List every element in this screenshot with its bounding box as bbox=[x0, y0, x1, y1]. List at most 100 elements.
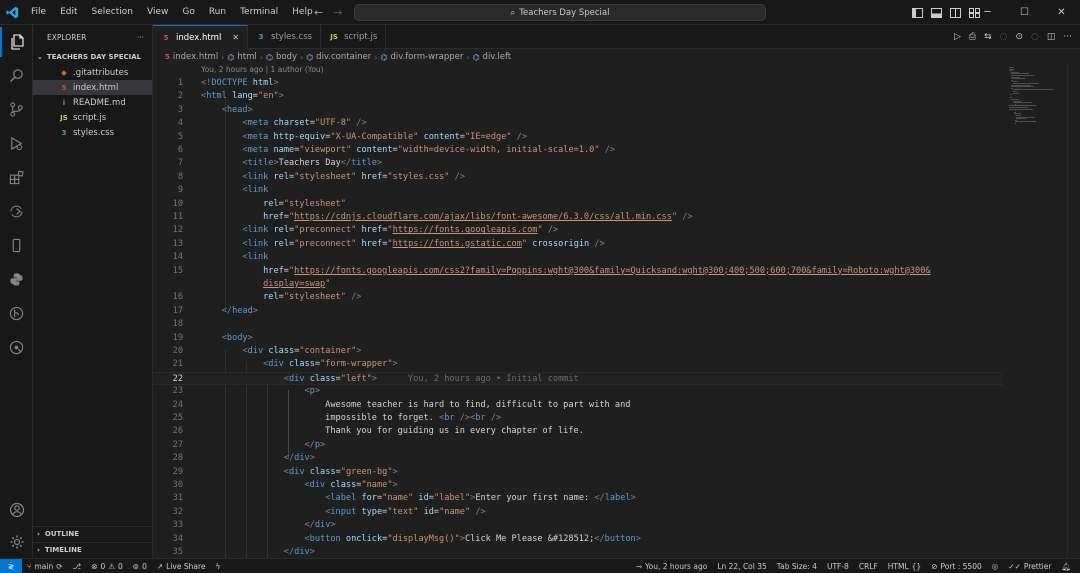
run-icon[interactable]: ▷ bbox=[954, 32, 961, 42]
minimap[interactable] bbox=[1003, 65, 1067, 558]
code-line[interactable]: 35 </div> bbox=[153, 546, 1003, 558]
file-item[interactable]: JS script.js bbox=[33, 110, 152, 125]
code-line[interactable]: 25 impossible to forget. <br /><br /> bbox=[153, 412, 1003, 425]
code-line[interactable]: 14 <link bbox=[153, 251, 1003, 264]
git-history-icon[interactable]: ⊙ bbox=[1015, 32, 1023, 42]
language-mode[interactable]: HTML {} bbox=[883, 559, 926, 573]
git-blame-codelens[interactable]: You, 2 hours ago | 1 author (You) bbox=[201, 65, 324, 74]
code-line[interactable]: 31 <label for="name" id="label">Enter yo… bbox=[153, 492, 1003, 505]
code-line[interactable]: 24 Awesome teacher is hard to find, diff… bbox=[153, 399, 1003, 412]
code-line[interactable]: 3 <head> bbox=[153, 104, 1003, 117]
git-graph-status[interactable]: ⎇ bbox=[68, 559, 87, 573]
source-control-icon[interactable] bbox=[0, 94, 33, 124]
timeline-section[interactable]: › TIMELINE bbox=[33, 542, 152, 557]
code-line[interactable]: 20 <div class="container"> bbox=[153, 345, 1003, 358]
notifications-button[interactable]: 🔔︎ bbox=[1056, 559, 1076, 573]
remote-explorer-icon[interactable] bbox=[0, 196, 33, 226]
ports-indicator[interactable]: ⊚ 0 bbox=[128, 559, 152, 573]
code-line[interactable]: 22 <div class="left"> You, 2 hours ago •… bbox=[153, 371, 1003, 386]
python-icon[interactable] bbox=[0, 264, 33, 294]
vertical-scrollbar[interactable] bbox=[1067, 65, 1080, 558]
code-line[interactable]: 29 <div class="green-bg"> bbox=[153, 466, 1003, 479]
code-line[interactable]: 10 rel="stylesheet" bbox=[153, 198, 1003, 211]
code-line[interactable]: 12 <link rel="preconnect" href="https://… bbox=[153, 224, 1003, 237]
tab-index-html[interactable]: 5 index.html ✕ bbox=[153, 25, 249, 49]
remote-indicator-button[interactable]: ≷ bbox=[0, 558, 22, 573]
menu-selection[interactable]: Selection bbox=[85, 0, 140, 25]
explorer-icon[interactable] bbox=[0, 27, 33, 57]
pulse-indicator[interactable]: ϟ bbox=[211, 559, 226, 573]
code-line[interactable]: 19 <body> bbox=[153, 332, 1003, 345]
account-icon[interactable] bbox=[0, 495, 33, 525]
breadcrumb-item[interactable]: index.html bbox=[173, 52, 218, 62]
code-line[interactable]: 33 </div> bbox=[153, 519, 1003, 532]
code-line[interactable]: 9 <link bbox=[153, 184, 1003, 197]
command-center-search[interactable]: ⌕ Teachers Day Special bbox=[354, 4, 766, 21]
explorer-more-actions-icon[interactable]: ··· bbox=[137, 33, 144, 42]
code-line[interactable]: 11 href="https://cdnjs.cloudflare.com/aj… bbox=[153, 211, 1003, 224]
menu-terminal[interactable]: Terminal bbox=[233, 0, 285, 25]
file-item[interactable]: 5 index.html bbox=[33, 80, 152, 95]
cursor-position[interactable]: Ln 22, Col 35 bbox=[712, 559, 771, 573]
more-actions-icon[interactable]: ··· bbox=[1063, 32, 1072, 42]
code-line[interactable]: 18 bbox=[153, 318, 1003, 331]
code-line[interactable]: 8 <link rel="stylesheet" href="styles.cs… bbox=[153, 171, 1003, 184]
tab-script-js[interactable]: JS script.js bbox=[321, 25, 387, 49]
workspace-folder[interactable]: ⌄ TEACHERS DAY SPECIAL bbox=[33, 49, 152, 65]
menu-file[interactable]: File bbox=[24, 0, 53, 25]
device-icon[interactable] bbox=[0, 230, 33, 260]
live-share-button[interactable]: ↗ Live Share bbox=[152, 559, 211, 573]
tab-size[interactable]: Tab Size: 4 bbox=[772, 559, 822, 573]
problems-indicator[interactable]: ⊗ 0 ⚠ 0 bbox=[86, 559, 128, 573]
breadcrumb-item[interactable]: div.left bbox=[483, 52, 512, 62]
git-graph-icon[interactable] bbox=[0, 298, 33, 328]
code-line[interactable]: 32 <input type="text" id="name" /> bbox=[153, 506, 1003, 519]
close-tab-icon[interactable]: ✕ bbox=[232, 33, 239, 42]
open-preview-icon[interactable]: ⎙ bbox=[969, 32, 976, 42]
extensions-icon[interactable] bbox=[0, 162, 33, 192]
maximize-button[interactable]: ☐ bbox=[1006, 0, 1043, 25]
outline-section[interactable]: › OUTLINE bbox=[33, 526, 152, 541]
menu-view[interactable]: View bbox=[140, 0, 175, 25]
copilot-status[interactable]: ◎ bbox=[987, 559, 1004, 573]
breadcrumb-item[interactable]: div.container bbox=[316, 52, 371, 62]
code-line[interactable]: 15 href="https://fonts.googleapis.com/cs… bbox=[153, 265, 1003, 278]
code-line[interactable]: 6 <meta name="viewport" content="width=d… bbox=[153, 144, 1003, 157]
breadcrumb-item[interactable]: html bbox=[237, 52, 256, 62]
next-change-icon[interactable]: ◌ bbox=[1031, 32, 1039, 42]
code-line[interactable]: 13 <link rel="preconnect" href="https://… bbox=[153, 238, 1003, 251]
live-server-port[interactable]: ⊘ Port : 5500 bbox=[926, 559, 987, 573]
menu-go[interactable]: Go bbox=[175, 0, 201, 25]
split-editor-icon[interactable]: ◫ bbox=[1047, 32, 1056, 42]
forward-arrow-icon[interactable]: → bbox=[333, 6, 342, 19]
file-item[interactable]: 3 styles.css bbox=[33, 125, 152, 140]
code-line[interactable]: 5 <meta http-equiv="X-UA-Compatible" con… bbox=[153, 131, 1003, 144]
previous-change-icon[interactable]: ◌ bbox=[1000, 32, 1008, 42]
breadcrumb-item[interactable]: div.form-wrapper bbox=[390, 52, 463, 62]
git-blame-status[interactable]: ⊸ You, 2 hours ago bbox=[631, 559, 713, 573]
code-line[interactable]: 1 <!DOCTYPE html> bbox=[153, 77, 1003, 90]
code-editor[interactable]: 1 <!DOCTYPE html> 2 <html lang="en"> 3 <head… bbox=[153, 75, 1003, 558]
file-item[interactable]: i README.md bbox=[33, 95, 152, 110]
prettier-status[interactable]: ✓✓ Prettier bbox=[1003, 559, 1056, 573]
file-item[interactable]: ◆ .gitattributes bbox=[33, 65, 152, 80]
minimize-button[interactable]: ─ bbox=[969, 0, 1006, 25]
code-line[interactable]: display=swap" bbox=[153, 278, 1003, 291]
toggle-panel-icon[interactable] bbox=[931, 7, 942, 18]
code-line[interactable]: 17 </head> bbox=[153, 305, 1003, 318]
code-line[interactable]: 30 <div class="name"> bbox=[153, 479, 1003, 492]
search-icon[interactable] bbox=[0, 60, 33, 90]
code-line[interactable]: 34 <button onclick="displayMsg()">Click … bbox=[153, 533, 1003, 546]
toggle-primary-sidebar-icon[interactable] bbox=[912, 7, 923, 18]
menu-run[interactable]: Run bbox=[202, 0, 233, 25]
breadcrumb-item[interactable]: body bbox=[276, 52, 297, 62]
close-window-button[interactable]: ✕ bbox=[1043, 0, 1080, 25]
code-line[interactable]: 28 </div> bbox=[153, 452, 1003, 465]
code-line[interactable]: 16 rel="stylesheet" /> bbox=[153, 291, 1003, 304]
code-line[interactable]: 4 <meta charset="UTF-8" /> bbox=[153, 117, 1003, 130]
code-line[interactable]: 26 Thank you for guiding us in every cha… bbox=[153, 425, 1003, 438]
manage-gear-icon[interactable] bbox=[0, 527, 33, 557]
code-line[interactable]: 27 </p> bbox=[153, 439, 1003, 452]
toggle-secondary-sidebar-icon[interactable] bbox=[950, 7, 961, 18]
end-of-line[interactable]: CRLF bbox=[854, 559, 883, 573]
